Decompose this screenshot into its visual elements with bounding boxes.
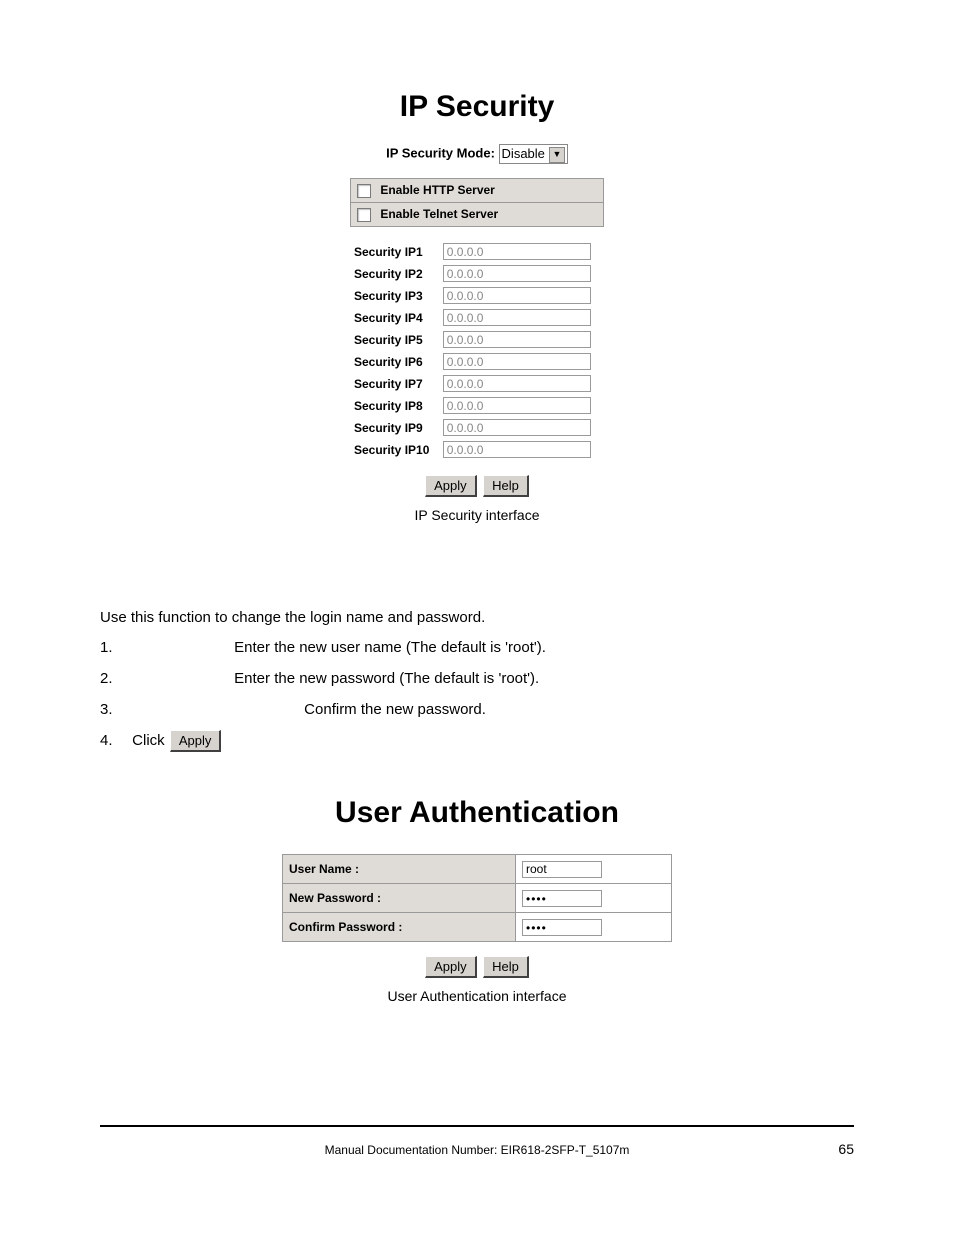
user-auth-table: User Name : New Password : •••• Confirm … [282,854,672,942]
security-ip-input[interactable] [443,309,591,326]
instructions-block: Use this function to change the login na… [100,603,854,757]
confirm-password-label: Confirm Password : [283,913,516,942]
security-ip-label: Security IP1 [350,241,441,263]
page-number: 65 [838,1141,854,1157]
instruction-click-prefix: Click [132,732,165,749]
ip-security-help-button[interactable]: Help [483,475,529,497]
security-ip-label: Security IP10 [350,439,441,461]
new-password-input[interactable]: •••• [522,890,602,907]
security-ip-table: Security IP1Security IP2Security IP3Secu… [350,241,604,461]
security-ip-input[interactable] [443,441,591,458]
user-auth-apply-button[interactable]: Apply [425,956,477,978]
ip-security-apply-button[interactable]: Apply [425,475,477,497]
security-ip-input[interactable] [443,265,591,282]
chevron-down-icon[interactable]: ▼ [549,147,565,163]
list-number: 4. [100,726,120,757]
security-ip-label: Security IP9 [350,417,441,439]
username-input[interactable] [522,861,602,878]
security-ip-label: Security IP3 [350,285,441,307]
user-auth-caption: User Authentication interface [100,988,854,1004]
security-ip-label: Security IP8 [350,395,441,417]
security-ip-input[interactable] [443,375,591,392]
list-number: 2. [100,664,120,695]
instruction-step-1: Enter the new user name (The default is … [234,633,546,664]
security-ip-label: Security IP2 [350,263,441,285]
enable-telnet-label: Enable Telnet Server [380,207,498,221]
security-ip-input[interactable] [443,397,591,414]
enable-telnet-checkbox[interactable] [357,208,371,222]
ip-security-mode-value: Disable [502,146,545,161]
footer-doc-number: Manual Documentation Number: EIR618-2SFP… [100,1143,854,1157]
list-number: 1. [100,633,120,664]
instruction-step-2: Enter the new password (The default is '… [234,664,539,695]
user-auth-heading: User Authentication [100,796,854,830]
security-ip-input[interactable] [443,331,591,348]
ip-security-heading: IP Security [100,90,854,124]
list-number: 3. [100,695,120,726]
ip-security-caption: IP Security interface [100,507,854,523]
instruction-apply-button[interactable]: Apply [170,730,222,752]
security-ip-input[interactable] [443,287,591,304]
ip-security-mode-label: IP Security Mode: [386,145,495,160]
enable-http-checkbox[interactable] [357,184,371,198]
new-password-label: New Password : [283,884,516,913]
ip-security-mode-select[interactable]: Disable ▼ [499,144,568,164]
security-ip-label: Security IP4 [350,307,441,329]
security-ip-label: Security IP6 [350,351,441,373]
confirm-password-input[interactable]: •••• [522,919,602,936]
security-ip-input[interactable] [443,419,591,436]
instruction-step-3: Confirm the new password. [304,695,486,726]
security-ip-label: Security IP7 [350,373,441,395]
enable-http-label: Enable HTTP Server [380,183,495,197]
server-enable-table: Enable HTTP Server Enable Telnet Server [350,178,604,227]
instructions-intro: Use this function to change the login na… [100,603,854,634]
user-auth-help-button[interactable]: Help [483,956,529,978]
footer-rule [100,1125,854,1127]
security-ip-input[interactable] [443,243,591,260]
username-label: User Name : [283,855,516,884]
security-ip-label: Security IP5 [350,329,441,351]
security-ip-input[interactable] [443,353,591,370]
